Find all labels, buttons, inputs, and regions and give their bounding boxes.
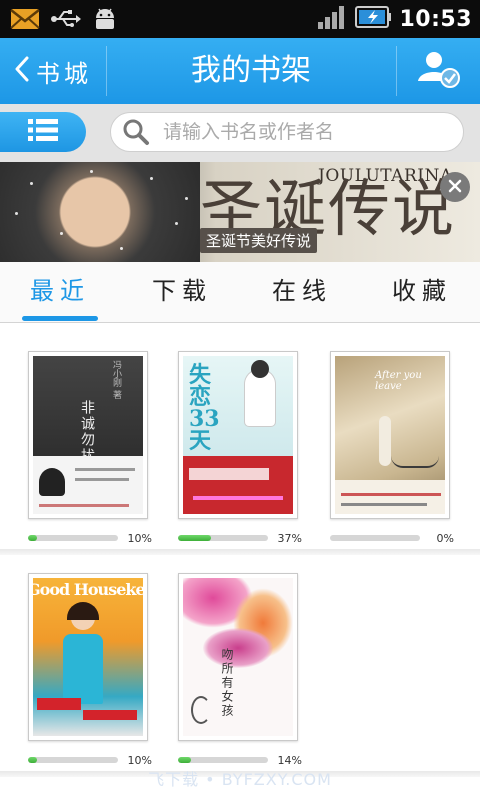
search-box[interactable] (110, 112, 464, 152)
book-title: 吻所有女孩 (220, 648, 234, 718)
clock: 10:53 (399, 6, 472, 32)
battery-charging-icon (355, 4, 392, 34)
title-bar: 书城 我的书架 (0, 38, 480, 104)
progress-fill (28, 535, 37, 541)
user-account-button[interactable] (396, 38, 480, 104)
banner-tagline: 圣诞节美好传说 (200, 228, 318, 253)
search-input[interactable] (161, 120, 455, 144)
bookshelf: 冯小刚 著 非诚勿扰 10% 失恋33天 37% After you leave… (0, 323, 480, 800)
book-title: Good Housekeeping (33, 580, 143, 599)
banner-photo (0, 162, 200, 262)
search-row (0, 104, 480, 162)
android-debug-icon (92, 6, 118, 36)
page-title: 我的书架 (191, 53, 311, 88)
chevron-left-icon (14, 56, 30, 86)
book-cover[interactable]: 失恋33天 (178, 351, 298, 519)
mail-icon (10, 8, 40, 34)
progress-label: 37% (277, 531, 302, 545)
progress-fill (178, 757, 191, 763)
book-author: 冯小刚 著 (111, 360, 121, 399)
book-title: 失恋33天 (189, 362, 220, 454)
progress-label: 10% (127, 531, 152, 545)
shelf-menu-button[interactable] (0, 112, 86, 152)
book-cover[interactable]: After you leave (330, 351, 450, 519)
status-bar: 10:53 (0, 0, 480, 38)
promo-banner[interactable]: JOULUTARINA 圣诞传说 圣诞节美好传说 (0, 162, 480, 262)
tab-recent[interactable]: 最近 (0, 262, 120, 322)
tab-online[interactable]: 在线 (242, 262, 362, 322)
reading-progress: 10% (28, 753, 152, 767)
reading-progress: 14% (178, 753, 302, 767)
search-icon (121, 118, 151, 146)
book-cover[interactable]: 冯小刚 著 非诚勿扰 (28, 351, 148, 519)
close-icon (448, 178, 462, 197)
list-menu-icon (27, 117, 59, 147)
progress-label: 14% (277, 753, 302, 767)
reading-progress: 37% (178, 531, 302, 545)
tab-downloaded[interactable]: 下载 (122, 262, 242, 322)
reading-progress: 0% (330, 531, 454, 545)
book-title: After you leave (375, 370, 422, 392)
signal-icon (317, 4, 347, 34)
user-check-icon (416, 49, 460, 93)
shelf-tabs: 最近 下载 在线 收藏 (0, 262, 480, 323)
progress-fill (178, 535, 212, 541)
shelf-divider (0, 549, 480, 555)
book-cover[interactable]: 吻所有女孩 (178, 573, 298, 741)
watermark: 飞下载 • BYFZXY.COM (148, 770, 332, 789)
usb-icon (50, 9, 82, 33)
book-title: 非诚勿扰 (79, 400, 95, 464)
reading-progress: 10% (28, 531, 152, 545)
active-tab-indicator (22, 316, 98, 321)
progress-fill (28, 757, 37, 763)
tab-favorites[interactable]: 收藏 (362, 262, 480, 322)
back-to-store-button[interactable]: 书城 (0, 38, 106, 104)
close-banner-button[interactable] (440, 172, 470, 202)
back-button-label: 书城 (36, 59, 92, 88)
progress-label: 0% (436, 531, 454, 545)
progress-label: 10% (127, 753, 152, 767)
book-cover[interactable]: Good Housekeeping (28, 573, 148, 741)
